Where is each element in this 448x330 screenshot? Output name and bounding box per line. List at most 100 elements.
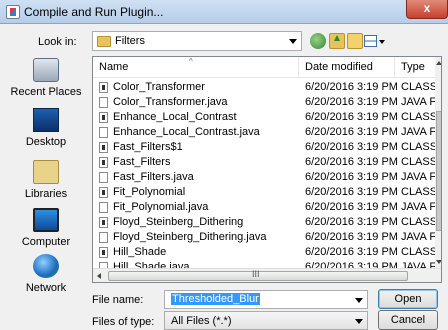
chevron-down-icon xyxy=(379,40,385,44)
network-icon xyxy=(33,254,59,278)
up-folder-icon[interactable] xyxy=(329,33,345,49)
places-bar: Recent Places Desktop Libraries Computer… xyxy=(8,56,84,300)
close-button[interactable]: x xyxy=(406,0,448,19)
recent-places-icon xyxy=(33,58,59,82)
file-row[interactable]: Floyd_Steinberg_Dithering.java 6/20/2016 … xyxy=(93,230,435,245)
column-header-date[interactable]: Date modified xyxy=(299,57,395,78)
file-name: Floyd_Steinberg_Dithering.java xyxy=(113,231,267,243)
column-header-row: Name ^ Date modified Type xyxy=(93,57,441,78)
file-name: Hill_Shade xyxy=(113,246,167,258)
column-header-type[interactable]: Type xyxy=(395,57,435,78)
scroll-down-icon[interactable] xyxy=(436,260,441,264)
filename-label: File name: xyxy=(92,294,144,306)
place-recent-places[interactable]: Recent Places xyxy=(8,58,84,98)
class-file-icon xyxy=(99,187,108,198)
column-header-name[interactable]: Name ^ xyxy=(93,57,299,78)
file-name: Fast_Filters$1 xyxy=(113,141,183,153)
file-list[interactable]: Name ^ Date modified Type Color_Transfor… xyxy=(92,56,442,283)
file-type: CLASS xyxy=(401,156,435,168)
class-file-icon xyxy=(99,142,108,153)
file-row[interactable]: Fast_Filters 6/20/2016 3:19 PM CLASS xyxy=(93,155,435,170)
lookin-dropdown[interactable]: Filters xyxy=(92,31,302,51)
scroll-left-icon[interactable] xyxy=(97,273,101,279)
filetype-label: Files of type: xyxy=(92,316,155,328)
view-grid-icon xyxy=(364,35,377,47)
place-label: Desktop xyxy=(25,136,67,148)
chevron-down-icon[interactable] xyxy=(355,298,363,303)
column-header-label: Name xyxy=(99,61,129,73)
file-row[interactable]: Fit_Polynomial.java 6/20/2016 3:19 PM JAVA… xyxy=(93,200,435,215)
file-date-modified: 6/20/2016 3:19 PM xyxy=(305,216,398,228)
folder-icon xyxy=(97,36,111,47)
class-file-icon xyxy=(99,217,108,228)
file-row[interactable]: Enhance_Local_Contrast 6/20/2016 3:19 PM C… xyxy=(93,110,435,125)
file-type: JAVA F xyxy=(401,126,435,138)
file-name: Enhance_Local_Contrast.java xyxy=(113,126,260,138)
java-file-icon xyxy=(99,127,108,138)
file-date-modified: 6/20/2016 3:19 PM xyxy=(305,156,398,168)
file-row[interactable]: Fit_Polynomial 6/20/2016 3:19 PM CLASS xyxy=(93,185,435,200)
filetype-value: All Files (*.*) xyxy=(171,315,232,327)
back-icon[interactable] xyxy=(310,33,326,49)
class-file-icon xyxy=(99,112,108,123)
file-date-modified: 6/20/2016 3:19 PM xyxy=(305,111,398,123)
file-date-modified: 6/20/2016 3:19 PM xyxy=(305,81,398,93)
scroll-up-icon[interactable] xyxy=(436,61,441,65)
file-type: CLASS xyxy=(401,216,435,228)
place-computer[interactable]: Computer xyxy=(8,208,84,248)
file-name: Color_Transformer.java xyxy=(113,96,228,108)
java-file-icon xyxy=(99,97,108,108)
file-name: Enhance_Local_Contrast xyxy=(113,111,237,123)
class-file-icon xyxy=(99,157,108,168)
file-type: CLASS xyxy=(401,246,435,258)
file-date-modified: 6/20/2016 3:19 PM xyxy=(305,246,398,258)
scroll-thumb-horizontal[interactable]: III xyxy=(108,269,408,281)
place-libraries[interactable]: Libraries xyxy=(8,160,84,200)
file-row[interactable]: Floyd_Steinberg_Dithering 6/20/2016 3:19 … xyxy=(93,215,435,230)
chevron-down-icon xyxy=(289,39,297,44)
file-row[interactable]: Color_Transformer.java 6/20/2016 3:19 PM J… xyxy=(93,95,435,110)
file-date-modified: 6/20/2016 3:19 PM xyxy=(305,126,398,138)
cancel-button[interactable]: Cancel xyxy=(378,310,438,330)
grip-icon: III xyxy=(252,269,260,279)
horizontal-scrollbar[interactable]: III xyxy=(93,268,441,282)
window-title: Compile and Run Plugin... xyxy=(24,5,164,19)
file-date-modified: 6/20/2016 3:19 PM xyxy=(305,96,398,108)
filetype-select[interactable]: All Files (*.*) xyxy=(164,311,368,330)
scroll-thumb[interactable] xyxy=(436,111,441,231)
place-desktop[interactable]: Desktop xyxy=(8,108,84,148)
vertical-scrollbar[interactable] xyxy=(435,57,441,268)
file-date-modified: 6/20/2016 3:19 PM xyxy=(305,201,398,213)
file-row[interactable]: Hill_Shade 6/20/2016 3:19 PM CLASS xyxy=(93,245,435,260)
sort-ascending-icon: ^ xyxy=(189,57,193,66)
view-menu-icon[interactable] xyxy=(364,33,386,49)
title-bar[interactable]: Compile and Run Plugin... x xyxy=(0,0,448,24)
place-label: Computer xyxy=(21,236,71,248)
java-file-icon xyxy=(99,172,108,183)
filename-input[interactable]: Thresholded_Blur xyxy=(164,290,368,309)
new-folder-icon[interactable] xyxy=(347,33,363,49)
file-row[interactable]: Fast_Filters$1 6/20/2016 3:19 PM CLASS xyxy=(93,140,435,155)
file-date-modified: 6/20/2016 3:19 PM xyxy=(305,186,398,198)
file-type: CLASS xyxy=(401,186,435,198)
file-row[interactable]: Enhance_Local_Contrast.java 6/20/2016 3:1… xyxy=(93,125,435,140)
java-file-icon xyxy=(99,202,108,213)
place-network[interactable]: Network xyxy=(8,254,84,294)
open-button[interactable]: Open xyxy=(378,289,438,309)
file-date-modified: 6/20/2016 3:19 PM xyxy=(305,141,398,153)
file-row[interactable]: Color_Transformer 6/20/2016 3:19 PM CLASS xyxy=(93,80,435,95)
file-name: Fit_Polynomial.java xyxy=(113,201,209,213)
file-type: JAVA F xyxy=(401,171,435,183)
chevron-down-icon xyxy=(355,319,363,324)
libraries-icon xyxy=(33,160,59,184)
file-type: JAVA F xyxy=(401,96,435,108)
file-date-modified: 6/20/2016 3:19 PM xyxy=(305,231,398,243)
file-row[interactable]: Fast_Filters.java 6/20/2016 3:19 PM JAVA F xyxy=(93,170,435,185)
file-type: CLASS xyxy=(401,141,435,153)
class-file-icon xyxy=(99,247,108,258)
file-type: CLASS xyxy=(401,81,435,93)
file-name: Fast_Filters.java xyxy=(113,171,194,183)
class-file-icon xyxy=(99,82,108,93)
lookin-label: Look in: xyxy=(38,36,77,48)
lookin-value: Filters xyxy=(115,35,145,47)
